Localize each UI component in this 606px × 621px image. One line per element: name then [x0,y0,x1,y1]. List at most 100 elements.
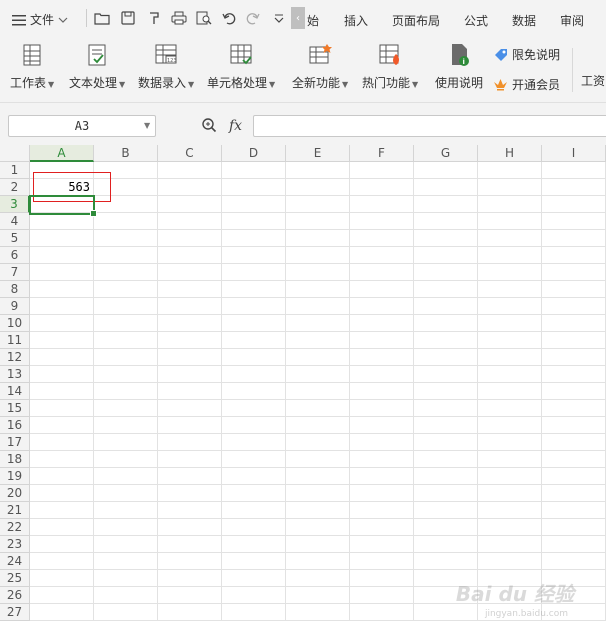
cell-processing-label: 单元格处理 [207,76,268,90]
row-header-11[interactable]: 11 [0,332,30,349]
grid-hline [0,484,606,485]
open-folder-icon[interactable] [94,10,110,26]
tab-page-layout[interactable]: 页面布局 [392,12,440,29]
payroll-button[interactable]: 工资 [581,72,605,89]
row-header-19[interactable]: 19 [0,468,30,485]
hot-features-button[interactable]: 热门功能 ▼ [362,42,418,91]
row-header-26[interactable]: 26 [0,587,30,604]
caret-icon: ▼ [188,80,195,89]
tab-scroll-left-icon[interactable]: ‹ [291,7,305,29]
grid-hline [0,518,606,519]
select-all-corner[interactable] [0,145,30,162]
grid-hline [0,535,606,536]
row-header-3[interactable]: 3 [0,196,30,213]
row-header-4[interactable]: 4 [0,213,30,230]
row-header-6[interactable]: 6 [0,247,30,264]
column-header-f[interactable]: F [350,145,414,162]
row-header-5[interactable]: 5 [0,230,30,247]
text-processing-button[interactable]: 文本处理 ▼ [69,42,125,91]
text-processing-icon [88,44,106,66]
caret-icon: ▼ [48,80,55,89]
grid-hline [0,450,606,451]
hamburger-icon [12,14,26,25]
activate-membership-link[interactable]: 开通会员 [493,76,560,93]
tab-formulas[interactable]: 公式 [464,12,488,29]
print-icon[interactable] [171,10,187,26]
row-header-7[interactable]: 7 [0,264,30,281]
row-header-25[interactable]: 25 [0,570,30,587]
grid-hline [0,365,606,366]
new-features-label: 全新功能 [292,76,341,90]
tab-insert[interactable]: 插入 [344,12,368,29]
save-icon[interactable] [120,10,136,26]
grid-vline [157,145,158,621]
row-header-10[interactable]: 10 [0,315,30,332]
fx-insert-function-button[interactable]: fx [229,118,242,134]
worksheet-button[interactable]: 工作表 ▼ [10,42,54,91]
grid-hline [0,314,606,315]
fill-handle[interactable] [90,210,97,217]
row-header-13[interactable]: 13 [0,366,30,383]
file-menu[interactable]: 文件 [12,11,68,28]
row-header-27[interactable]: 27 [0,604,30,621]
column-header-e[interactable]: E [286,145,350,162]
row-header-1[interactable]: 1 [0,162,30,179]
row-header-8[interactable]: 8 [0,281,30,298]
tab-review[interactable]: 审阅 [560,12,584,29]
column-header-c[interactable]: C [158,145,222,162]
new-features-button[interactable]: 全新功能 ▼ [292,42,348,91]
row-header-16[interactable]: 16 [0,417,30,434]
name-box-dropdown-icon[interactable]: ▼ [144,121,150,130]
row-header-9[interactable]: 9 [0,298,30,315]
grid-hline [0,348,606,349]
tab-home[interactable]: 始 [307,12,319,29]
column-header-d[interactable]: D [222,145,286,162]
grid-vline [413,145,414,621]
customize-toolbar-icon[interactable] [271,10,287,26]
activate-membership-label: 开通会员 [512,78,561,92]
row-header-14[interactable]: 14 [0,383,30,400]
grid-hline [0,416,606,417]
row-header-20[interactable]: 20 [0,485,30,502]
watermark-url: jingyan.baidu.com [484,609,568,619]
active-cell-a3[interactable] [29,195,95,215]
grid-hline [0,399,606,400]
column-header-i[interactable]: I [542,145,606,162]
row-header-17[interactable]: 17 [0,434,30,451]
grid-hline [0,297,606,298]
redo-icon[interactable] [245,10,261,26]
column-header-a[interactable]: A [30,145,94,162]
row-header-2[interactable]: 2 [0,179,30,196]
grid-hline [0,501,606,502]
instructions-icon: i [452,44,469,66]
zoom-icon[interactable] [201,117,217,136]
instructions-button[interactable]: i 使用说明 [435,42,483,91]
column-header-g[interactable]: G [414,145,478,162]
format-painter-icon[interactable] [146,10,162,26]
name-box[interactable]: A3 [8,115,156,137]
column-header-h[interactable]: H [478,145,542,162]
row-header-21[interactable]: 21 [0,502,30,519]
row-header-15[interactable]: 15 [0,400,30,417]
free-trial-info-link[interactable]: 限免说明 [493,46,560,63]
spreadsheet-grid[interactable]: ABCDEFGHI 1 2 3 4 5 6 7 8 9 10 11 12 13 14 15 16 17 18 19 2… [0,145,606,621]
caret-icon: ▼ [342,80,349,89]
cell-processing-button[interactable]: 单元格处理 ▼ [207,42,275,91]
column-header-b[interactable]: B [94,145,158,162]
instructions-label: 使用说明 [435,76,484,90]
row-header-12[interactable]: 12 [0,349,30,366]
ribbon: 工作表 ▼ 文本处理 ▼ 123 数据录入 ▼ 单元格处理 ▼ 全新功能 ▼ 热门功能 ▼ … [0,38,606,103]
grid-vline [349,145,350,621]
data-entry-button[interactable]: 123 数据录入 ▼ [138,42,194,91]
row-header-23[interactable]: 23 [0,536,30,553]
formula-input[interactable] [253,115,606,137]
caret-icon: ▼ [412,80,419,89]
row-header-22[interactable]: 22 [0,519,30,536]
hot-features-icon [379,44,400,65]
undo-icon[interactable] [221,10,237,26]
row-header-24[interactable]: 24 [0,553,30,570]
tab-data[interactable]: 数据 [512,12,536,29]
row-header-18[interactable]: 18 [0,451,30,468]
free-trial-info-label: 限免说明 [512,48,561,62]
print-preview-icon[interactable] [196,10,212,26]
